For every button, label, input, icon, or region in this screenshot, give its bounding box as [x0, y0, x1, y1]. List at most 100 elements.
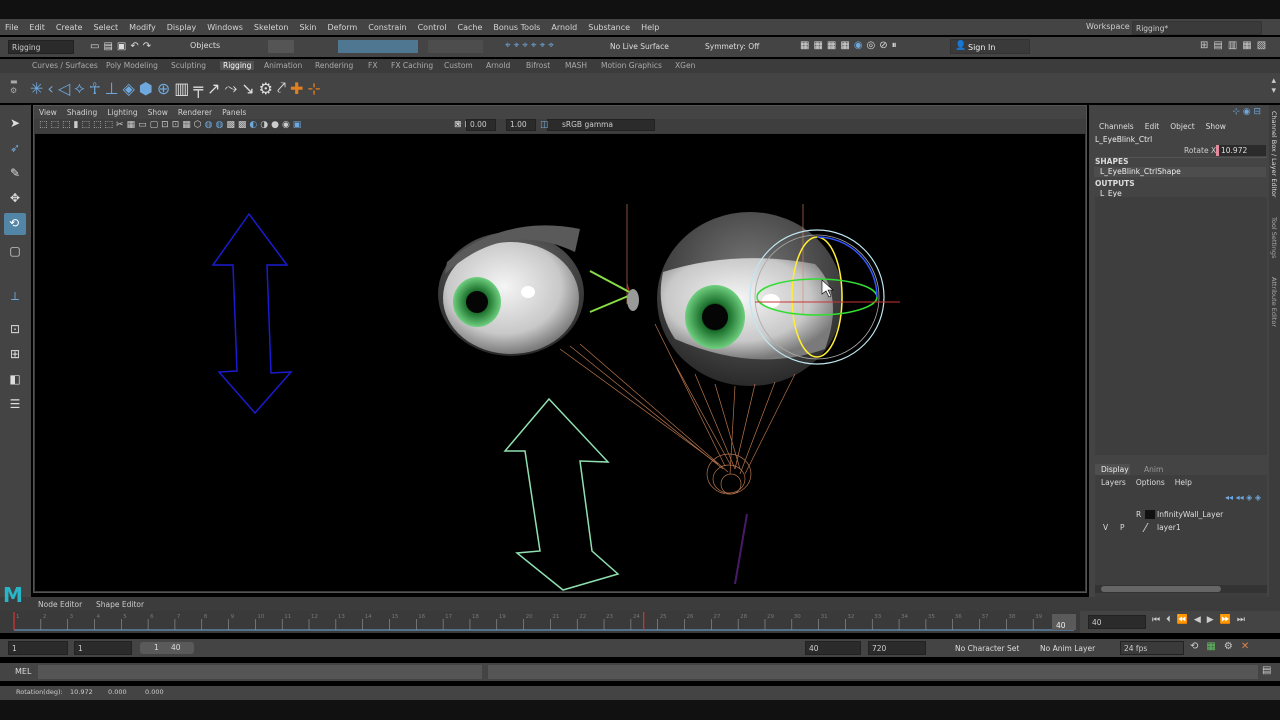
locator-offset-icon[interactable]: ⊹	[307, 79, 320, 98]
select-tool-icon[interactable]: ➤	[9, 116, 21, 130]
menu-modify[interactable]: Modify	[124, 23, 162, 32]
channel-menu-object[interactable]: Object	[1170, 122, 1194, 131]
shelf-tab-arnold[interactable]: Arnold	[486, 61, 510, 70]
colorspace-select[interactable]: sRGB gamma	[547, 119, 655, 131]
step-back-key-icon[interactable]: ⏴	[1166, 615, 1171, 625]
side-tab-attribute-editor[interactable]: Attribute Editor	[1270, 277, 1278, 327]
shelf-tab-xgen[interactable]: XGen	[675, 61, 695, 70]
layer-v[interactable]: V	[1103, 523, 1108, 532]
menu-skeleton[interactable]: Skeleton	[249, 23, 295, 32]
workspace-select[interactable]: Rigging*	[1132, 21, 1262, 35]
humanik-icon[interactable]: ☥	[89, 79, 101, 98]
layer-p[interactable]: P	[1120, 523, 1125, 532]
shape-node[interactable]: L_EyeBlink_CtrlShape	[1100, 167, 1181, 176]
menu-skin[interactable]: Skin	[295, 23, 323, 32]
redo-icon[interactable]: ↷	[143, 41, 151, 53]
rotate-x-field[interactable]: 10.972	[1216, 145, 1266, 156]
locator-icon[interactable]: ✚	[290, 79, 303, 98]
green-arrow-control[interactable]	[503, 397, 620, 591]
viewport-menu-view[interactable]: View	[34, 106, 62, 119]
play-back-icon[interactable]: ◀	[1194, 615, 1201, 625]
viewport-menu-lighting[interactable]: Lighting	[102, 106, 142, 119]
shelf-tab-bifrost[interactable]: Bifrost	[526, 61, 550, 70]
exposure-field[interactable]: 0.00	[466, 119, 496, 131]
scale-constraint-icon[interactable]: ↘	[241, 79, 254, 98]
gamma-field[interactable]: 1.00	[506, 119, 536, 131]
character-set-select[interactable]: No Character Set	[955, 644, 1019, 653]
node-name[interactable]: L_EyeBlink_Ctrl	[1095, 135, 1152, 144]
menu-help[interactable]: Help	[636, 23, 665, 32]
current-frame-field[interactable]: 40	[1088, 615, 1146, 629]
single-view-icon[interactable]: ⊡	[9, 322, 21, 336]
constraint-icon[interactable]: ╤	[193, 79, 203, 98]
panel-toggle-icons[interactable]: ⊞ ▤ ▥ ▦ ▧	[1200, 40, 1278, 53]
menuset-select[interactable]: Rigging	[8, 40, 74, 54]
left-eyeball[interactable]	[438, 225, 584, 356]
open-scene-icon[interactable]: ▤	[103, 41, 112, 53]
range-tool-icons[interactable]: ⟲ ▦ ⚙ ✕	[1190, 641, 1276, 652]
time-slider[interactable]: 1 2 3 4 5 6 7 8 9 10 11 12 13 14 15 16 17 18 19 20 21 22 23 24 2…	[0, 611, 1280, 633]
shelf-tab-animation[interactable]: Animation	[264, 61, 302, 70]
viewport-menu-show[interactable]: Show	[143, 106, 173, 119]
anim-layer-select[interactable]: No Anim Layer	[1040, 644, 1095, 653]
render-icons[interactable]: ▦ ▦ ▦ ▦ ◉ ◎ ⊘ ⏸	[800, 40, 930, 53]
outliner-icon[interactable]: ☰	[9, 397, 21, 411]
layer-row[interactable]: V Player1	[1095, 521, 1267, 534]
layer-r[interactable]: R	[1136, 510, 1141, 519]
prefs-icon[interactable]: ⚙	[1224, 641, 1233, 652]
layer-menu-layers[interactable]: Layers	[1101, 478, 1126, 487]
save-scene-icon[interactable]: ▣	[117, 41, 126, 53]
menu-substance[interactable]: Substance	[583, 23, 636, 32]
layer-name[interactable]: layer1	[1157, 523, 1181, 532]
layer-row[interactable]: R InfinityWall_Layer	[1095, 508, 1267, 521]
live-surface-label[interactable]: No Live Surface	[610, 42, 669, 51]
orient-icon[interactable]: ⤳	[224, 78, 237, 98]
layer-menu-help[interactable]: Help	[1175, 478, 1192, 487]
paint-weights-icon[interactable]: ▥	[174, 79, 189, 98]
shelf-tool-icons[interactable]: ✳ ‹ ◁ ⟡ ☥ ⊥ ◈ ⬢ ⊕ ▥ ╤ ↗ ⤳ ↘ ⚙ ⤤ ✚ ⊹	[30, 76, 480, 100]
shelf-tab-rigging[interactable]: Rigging	[220, 61, 255, 70]
rotate-x-label[interactable]: Rotate X	[1184, 146, 1216, 155]
loop-icon[interactable]: ⟲	[1190, 641, 1198, 652]
start-field[interactable]: 1	[8, 641, 68, 655]
tab-anim[interactable]: Anim	[1144, 465, 1163, 474]
menu-cache[interactable]: Cache	[453, 23, 489, 32]
shelf-tab-rendering[interactable]: Rendering	[315, 61, 353, 70]
layer-name[interactable]: InfinityWall_Layer	[1157, 510, 1223, 519]
snap-icons[interactable]	[338, 40, 418, 53]
move-tool-icon[interactable]: ✥	[9, 191, 21, 205]
skeleton-icon[interactable]: ⊥	[105, 79, 119, 98]
sign-in-button[interactable]: 👤 Sign In	[950, 39, 1030, 54]
menu-file[interactable]: File	[0, 23, 24, 32]
menu-bonus-tools[interactable]: Bonus Tools	[488, 23, 546, 32]
range-slider[interactable]: 1 40	[140, 642, 194, 654]
viewport-tool-icons[interactable]: ⬚ ⬚ ⬚ ▮ ⬚ ⬚ ⬚ ✂ ▦ ▭ ▢ ⊡ ⊡ ▦ ⬡ ◍ ◍ ▩ ▩ ◐ ◑ ● ◉ ▣	[39, 120, 439, 132]
menu-edit[interactable]: Edit	[24, 23, 51, 32]
rotate-tool-button[interactable]: ⟲	[4, 213, 26, 235]
undo-icon[interactable]: ↶	[130, 41, 138, 53]
anim-start-field[interactable]: 1	[74, 641, 132, 655]
go-end-icon[interactable]: ⏭	[1237, 615, 1245, 625]
anim-end-field[interactable]: 40	[805, 641, 861, 655]
playback-controls[interactable]: ⏮ ⏴ ⏪ ◀ ▶ ⏩ ⏭	[1152, 615, 1277, 625]
color-management-icon[interactable]: ◫	[540, 120, 549, 130]
lasso-tool-icon[interactable]: ➶	[9, 141, 21, 155]
mel-label[interactable]: MEL	[15, 667, 31, 676]
menu-select[interactable]: Select	[88, 23, 124, 32]
script-editor-icon[interactable]: ▤	[1262, 665, 1271, 676]
menu-deform[interactable]: Deform	[323, 23, 364, 32]
new-scene-icon[interactable]: ▭	[90, 41, 99, 53]
side-tab-channel-box[interactable]: Channel Box / Layer Editor	[1270, 111, 1278, 198]
command-input[interactable]	[38, 665, 482, 679]
pole-vector-icon[interactable]: ⤤	[277, 78, 286, 98]
layer-color-swatch[interactable]	[1142, 523, 1158, 532]
bind-skin-icon[interactable]: ⟡	[74, 78, 85, 98]
shelf-menu-icon[interactable]: ▬ ⚙	[10, 77, 20, 99]
menu-constrain[interactable]: Constrain	[363, 23, 412, 32]
shelf-tab-mash[interactable]: MASH	[565, 61, 587, 70]
channel-menu-channels[interactable]: Channels	[1099, 122, 1134, 131]
objects-mode[interactable]: Objects	[190, 41, 220, 50]
parent-constraint-icon[interactable]: ⚙	[259, 79, 273, 98]
shelf-tab-sculpting[interactable]: Sculpting	[171, 61, 206, 70]
ik-handle-icon[interactable]: ‹	[47, 79, 53, 98]
